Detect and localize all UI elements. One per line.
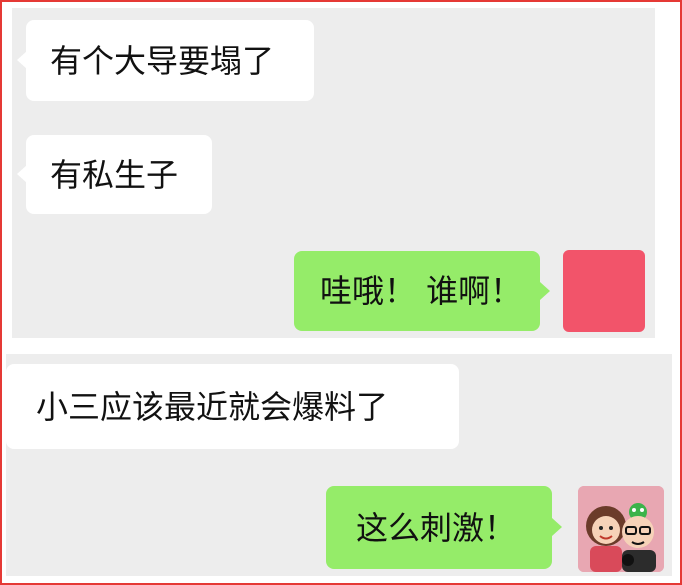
chat-panel-top: 有个大导要塌了 有私生子 哇哦！ 谁啊！ — [12, 8, 655, 338]
bubble-tail — [540, 282, 550, 300]
user-avatar-cartoon[interactable] — [578, 486, 664, 572]
message-bubble-incoming: 有个大导要塌了 — [26, 20, 314, 101]
bubble-tail — [17, 51, 27, 69]
message-bubble-outgoing: 这么刺激！ — [326, 486, 552, 569]
message-text: 有个大导要塌了 — [50, 41, 275, 80]
message-text: 哇哦！ 谁啊！ — [320, 272, 523, 310]
message-bubble-incoming: 有私生子 — [26, 135, 212, 214]
message-text: 有私生子 — [50, 155, 179, 194]
user-avatar[interactable] — [563, 250, 645, 332]
message-text: 小三应该最近就会爆料了 — [36, 387, 389, 426]
message-text: 这么刺激！ — [356, 508, 517, 547]
message-bubble-incoming: 小三应该最近就会爆料了 — [6, 364, 459, 449]
message-bubble-outgoing: 哇哦！ 谁啊！ — [294, 251, 540, 331]
bubble-tail — [17, 165, 27, 183]
chat-panel-bottom: 小三应该最近就会爆料了 这么刺激！ — [6, 354, 672, 576]
bubble-tail — [552, 518, 562, 536]
avatar-illustration-icon — [578, 486, 664, 572]
